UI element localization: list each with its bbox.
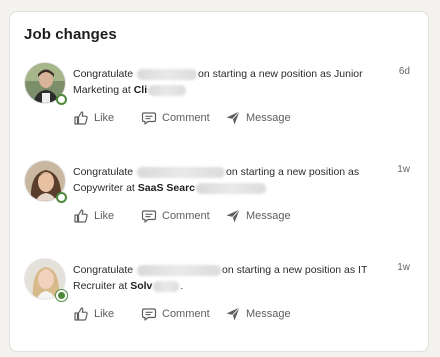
- avatar[interactable]: [24, 62, 68, 106]
- send-message-icon: [226, 111, 240, 125]
- job-change-item: Congratulate on starting a new position …: [10, 160, 430, 240]
- company-name[interactable]: Cli: [134, 84, 187, 96]
- timestamp: 1w: [397, 164, 410, 175]
- comment-bubble-icon: [141, 112, 157, 125]
- like-button[interactable]: Like: [73, 107, 114, 129]
- redacted-name: [137, 166, 226, 178]
- card-title: Job changes: [24, 26, 117, 43]
- message-button[interactable]: Message: [225, 303, 291, 325]
- message-button[interactable]: Message: [225, 205, 291, 227]
- message-button[interactable]: Message: [225, 107, 291, 129]
- avatar[interactable]: [24, 160, 68, 204]
- company-name[interactable]: SaaS Searc: [138, 182, 267, 194]
- timestamp: 6d: [398, 66, 410, 77]
- comment-button[interactable]: Comment: [141, 107, 210, 129]
- send-message-icon: [226, 307, 240, 321]
- comment-bubble-icon: [141, 308, 157, 321]
- like-button[interactable]: Like: [73, 303, 114, 325]
- company-name[interactable]: Solv: [130, 280, 180, 292]
- redacted-name: [137, 68, 198, 80]
- like-button[interactable]: Like: [73, 205, 114, 227]
- job-change-text: Congratulate on starting a new position …: [73, 264, 368, 292]
- job-change-text: Congratulate on starting a new position …: [73, 68, 363, 96]
- job-change-item: Congratulate on starting a new position …: [10, 62, 430, 142]
- online-status-icon: [56, 192, 67, 203]
- timestamp: 1w: [397, 262, 410, 273]
- comment-button[interactable]: Comment: [141, 205, 210, 227]
- redacted-name: [137, 264, 222, 276]
- job-changes-card: Job changes Congratulate on starting a n…: [9, 11, 429, 352]
- thumbs-up-icon: [74, 209, 88, 223]
- thumbs-up-icon: [74, 111, 88, 125]
- job-change-text: Congratulate on starting a new position …: [73, 166, 360, 194]
- job-change-item: Congratulate on starting a new position …: [10, 258, 430, 338]
- comment-button[interactable]: Comment: [141, 303, 210, 325]
- online-status-icon: [56, 290, 67, 301]
- avatar[interactable]: [24, 258, 68, 302]
- comment-bubble-icon: [141, 210, 157, 223]
- send-message-icon: [226, 209, 240, 223]
- online-status-icon: [56, 94, 67, 105]
- thumbs-up-icon: [74, 307, 88, 321]
